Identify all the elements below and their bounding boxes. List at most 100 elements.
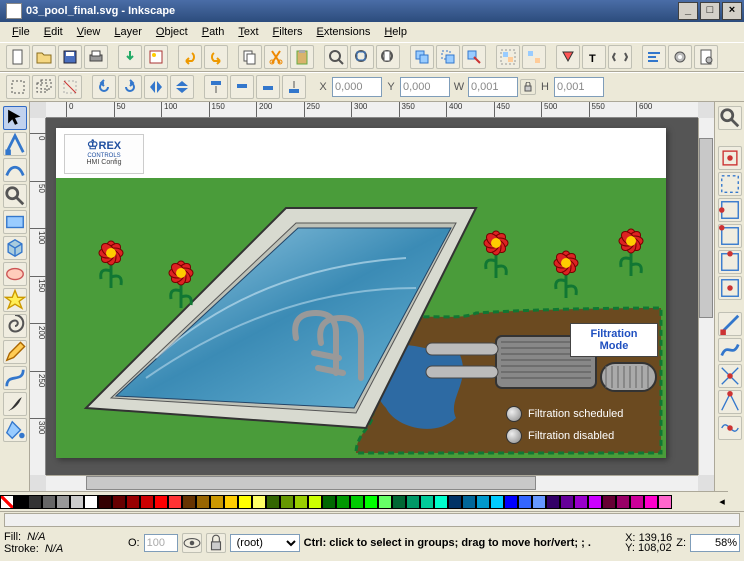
color-swatch[interactable]	[588, 495, 602, 509]
color-swatch[interactable]	[42, 495, 56, 509]
save-button[interactable]	[58, 45, 82, 69]
snap-intersection-button[interactable]	[718, 364, 742, 388]
undo-button[interactable]	[178, 45, 202, 69]
color-swatch[interactable]	[658, 495, 672, 509]
group-button[interactable]	[496, 45, 520, 69]
menu-layer[interactable]: Layer	[108, 24, 148, 40]
no-color-swatch[interactable]	[0, 495, 14, 509]
zoom-quick-button[interactable]	[718, 106, 742, 130]
rectangle-tool[interactable]	[3, 210, 27, 234]
color-swatch[interactable]	[56, 495, 70, 509]
y-input[interactable]	[400, 77, 450, 97]
filtration-scheduled-row[interactable]: Filtration scheduled	[506, 406, 623, 422]
unlink-clone-button[interactable]	[462, 45, 486, 69]
color-swatch[interactable]	[462, 495, 476, 509]
canvas[interactable]: ♔REX CONTROLS HMI Config	[46, 118, 698, 475]
color-swatch[interactable]	[336, 495, 350, 509]
color-swatch[interactable]	[84, 495, 98, 509]
snap-bbox-button[interactable]	[718, 172, 742, 196]
statusbar-scrollbar[interactable]	[4, 513, 740, 527]
color-swatch[interactable]	[504, 495, 518, 509]
color-swatch[interactable]	[406, 495, 420, 509]
color-swatch[interactable]	[112, 495, 126, 509]
color-swatch[interactable]	[210, 495, 224, 509]
menu-view[interactable]: View	[71, 24, 107, 40]
color-swatch[interactable]	[574, 495, 588, 509]
zoom-selection-button[interactable]	[324, 45, 348, 69]
color-swatch[interactable]	[322, 495, 336, 509]
deselect-button[interactable]	[58, 75, 82, 99]
color-swatch[interactable]	[644, 495, 658, 509]
snap-cusp-button[interactable]	[718, 390, 742, 414]
snap-node-button[interactable]	[718, 312, 742, 336]
filtration-disabled-row[interactable]: Filtration disabled	[506, 428, 614, 444]
color-swatch[interactable]	[364, 495, 378, 509]
color-swatch[interactable]	[28, 495, 42, 509]
horizontal-scrollbar[interactable]	[46, 475, 698, 491]
color-swatch[interactable]	[560, 495, 574, 509]
raise-button[interactable]	[230, 75, 254, 99]
color-swatch[interactable]	[490, 495, 504, 509]
color-swatch[interactable]	[70, 495, 84, 509]
snap-bbox-center-button[interactable]	[718, 276, 742, 300]
snap-enable-button[interactable]	[718, 146, 742, 170]
color-swatch[interactable]	[546, 495, 560, 509]
h-input[interactable]	[554, 77, 604, 97]
color-swatch[interactable]	[280, 495, 294, 509]
redo-button[interactable]	[204, 45, 228, 69]
color-swatch[interactable]	[98, 495, 112, 509]
color-swatch[interactable]	[448, 495, 462, 509]
color-swatch[interactable]	[196, 495, 210, 509]
export-button[interactable]	[144, 45, 168, 69]
color-swatch[interactable]	[616, 495, 630, 509]
select-all-button[interactable]	[6, 75, 30, 99]
copy-button[interactable]	[238, 45, 262, 69]
layer-visibility-toggle[interactable]	[182, 533, 202, 553]
snap-path-button[interactable]	[718, 338, 742, 362]
cut-button[interactable]	[264, 45, 288, 69]
horizontal-ruler[interactable]: 050100150200250300350400450500550600	[46, 102, 698, 118]
color-swatch[interactable]	[266, 495, 280, 509]
menu-extensions[interactable]: Extensions	[311, 24, 377, 40]
close-button[interactable]: ×	[722, 2, 742, 20]
snap-smooth-button[interactable]	[718, 416, 742, 440]
color-swatch[interactable]	[182, 495, 196, 509]
color-swatch[interactable]	[140, 495, 154, 509]
zoom-page-button[interactable]	[376, 45, 400, 69]
new-button[interactable]	[6, 45, 30, 69]
color-swatch[interactable]	[350, 495, 364, 509]
snap-bbox-edge-button[interactable]	[718, 198, 742, 222]
color-swatch[interactable]	[378, 495, 392, 509]
color-swatch[interactable]	[518, 495, 532, 509]
raise-top-button[interactable]	[204, 75, 228, 99]
snap-bbox-corner-button[interactable]	[718, 224, 742, 248]
zoom-drawing-button[interactable]	[350, 45, 374, 69]
bezier-tool[interactable]	[3, 366, 27, 390]
flip-v-button[interactable]	[170, 75, 194, 99]
fill-stroke-indicator[interactable]: Fill:N/A Stroke:N/A	[4, 531, 124, 555]
import-button[interactable]	[118, 45, 142, 69]
layer-selector[interactable]: (root)	[230, 534, 300, 552]
minimize-button[interactable]: _	[678, 2, 698, 20]
xml-editor-button[interactable]	[608, 45, 632, 69]
x-input[interactable]	[332, 77, 382, 97]
color-swatch[interactable]	[238, 495, 252, 509]
zoom-input[interactable]	[690, 534, 740, 552]
menu-edit[interactable]: Edit	[38, 24, 69, 40]
filtration-mode-panel[interactable]: Filtration Mode	[570, 323, 658, 357]
ellipse-tool[interactable]	[3, 262, 27, 286]
color-swatch[interactable]	[476, 495, 490, 509]
flip-h-button[interactable]	[144, 75, 168, 99]
vertical-scrollbar[interactable]	[698, 118, 714, 475]
color-swatch[interactable]	[420, 495, 434, 509]
w-input[interactable]	[468, 77, 518, 97]
lock-aspect-button[interactable]	[520, 79, 536, 95]
paste-button[interactable]	[290, 45, 314, 69]
duplicate-button[interactable]	[410, 45, 434, 69]
color-swatch[interactable]	[252, 495, 266, 509]
selector-tool[interactable]	[3, 106, 27, 130]
color-swatch[interactable]	[630, 495, 644, 509]
vertical-ruler[interactable]: 050100150200250300	[30, 118, 46, 475]
menu-path[interactable]: Path	[196, 24, 231, 40]
menu-filters[interactable]: Filters	[267, 24, 309, 40]
